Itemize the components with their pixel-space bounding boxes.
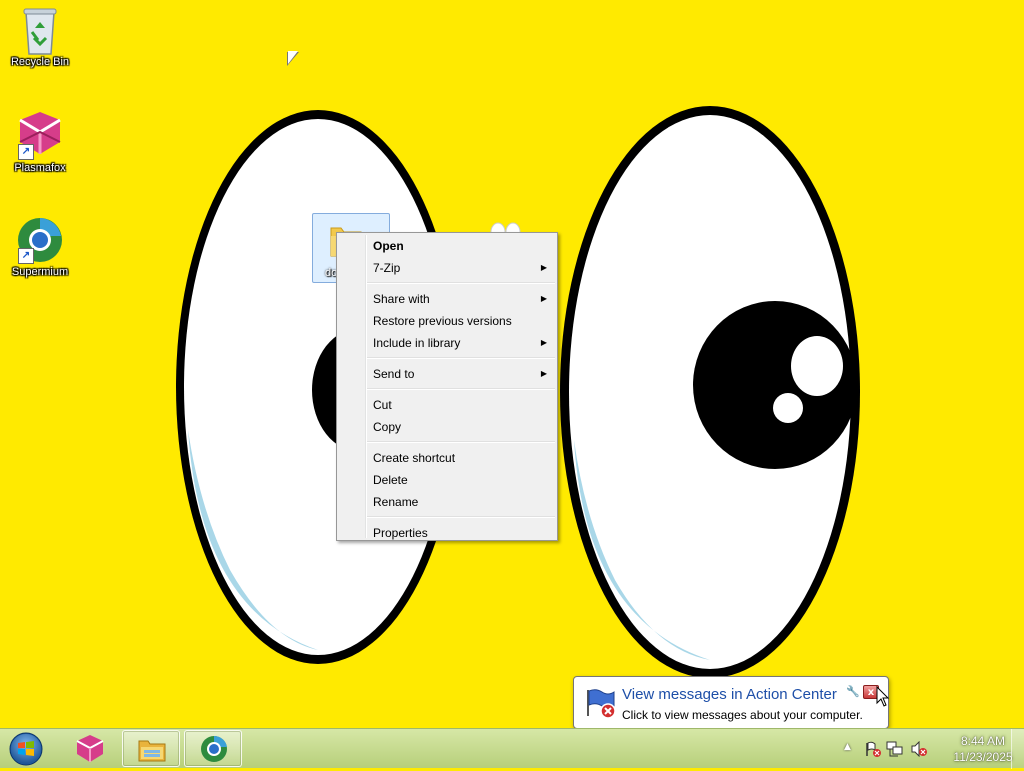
notification-text: Click to view messages about your comput… (622, 708, 863, 722)
submenu-arrow-icon: ▶ (540, 263, 547, 272)
menu-item-label: Copy (373, 420, 402, 434)
system-tray: ▲ 8:44 AM 11/23/2025 (834, 729, 1024, 769)
menu-item-label: Include in library (373, 336, 461, 350)
submenu-arrow-icon: ▶ (540, 369, 547, 378)
shortcut-arrow-icon: ↗ (18, 248, 34, 264)
balloon-tail-fill (288, 51, 298, 64)
context-menu: Open 7-Zip ▶ Share with ▶ Restore previous ve… (336, 232, 558, 541)
menu-item-rename[interactable]: Rename (339, 491, 555, 513)
menu-item-restore-previous-versions[interactable]: Restore previous versions (339, 310, 555, 332)
menu-item-create-shortcut[interactable]: Create shortcut (339, 447, 555, 469)
menu-item-label: Delete (373, 473, 408, 487)
menu-item-label: Open (373, 239, 404, 253)
submenu-arrow-icon: ▶ (540, 294, 547, 303)
menu-separator (367, 282, 555, 284)
taskbar-button-plasmafox[interactable] (60, 730, 118, 767)
menu-item-include-in-library[interactable]: Include in library ▶ (339, 332, 555, 354)
menu-separator (367, 388, 555, 390)
desktop-icon-recycle-bin[interactable]: Recycle Bin (0, 6, 80, 68)
menu-item-share-with[interactable]: Share with ▶ (339, 288, 555, 310)
menu-item-label: Create shortcut (373, 451, 456, 465)
clock-date: 11/23/2025 (953, 750, 1013, 764)
menu-item-label: Share with (373, 292, 430, 306)
wallpaper-right-eye (560, 106, 860, 678)
taskbar-clock[interactable]: 8:44 AM 11/23/2025 (952, 733, 1014, 765)
network-icon[interactable] (886, 741, 904, 757)
file-explorer-icon (138, 740, 166, 762)
plasmafox-icon (76, 735, 104, 762)
menu-item-label: Properties (373, 526, 428, 540)
show-hidden-icons-button[interactable]: ▲ (844, 742, 862, 758)
desktop-icon-supermium[interactable]: ↗ Supermium (0, 216, 80, 278)
menu-item-label: Restore previous versions (373, 314, 512, 328)
menu-item-label: Rename (373, 495, 419, 509)
menu-item-label: Cut (373, 398, 392, 412)
taskbar-button-supermium[interactable] (184, 730, 242, 767)
plasmafox-icon: ↗ (16, 112, 64, 160)
show-desktop-button[interactable] (1011, 729, 1024, 769)
menu-item-copy[interactable]: Copy (339, 416, 555, 438)
wrench-icon[interactable]: 🔧 (846, 685, 860, 698)
submenu-arrow-icon: ▶ (540, 338, 547, 347)
volume-muted-icon[interactable] (910, 741, 928, 757)
menu-item-send-to[interactable]: Send to ▶ (339, 363, 555, 385)
windows-start-orb-icon (9, 732, 43, 766)
menu-item-delete[interactable]: Delete (339, 469, 555, 491)
supermium-icon (201, 735, 227, 762)
supermium-icon: ↗ (16, 216, 64, 264)
clock-time: 8:44 AM (960, 734, 1006, 748)
menu-item-label: Send to (373, 367, 415, 381)
notification-title[interactable]: View messages in Action Center (622, 686, 837, 703)
menu-item-7-zip[interactable]: 7-Zip ▶ (339, 257, 555, 279)
desktop-icon-label: Plasmafox (14, 162, 66, 174)
action-center-flag-icon (587, 689, 616, 719)
menu-separator (367, 441, 555, 443)
start-button[interactable] (4, 731, 52, 767)
menu-item-cut[interactable]: Cut (339, 394, 555, 416)
mouse-cursor-icon (876, 686, 890, 707)
recycle-bin-icon (16, 6, 64, 55)
taskbar: ▲ 8:44 AM 11/23/2025 (0, 728, 1024, 769)
action-center-notification[interactable]: View messages in Action Center Click to … (573, 676, 889, 729)
menu-item-open[interactable]: Open (339, 235, 555, 257)
menu-separator (367, 357, 555, 359)
shortcut-arrow-icon: ↗ (18, 144, 34, 160)
menu-item-properties[interactable]: Properties (339, 522, 555, 544)
taskbar-button-file-explorer[interactable] (122, 730, 180, 767)
desktop-icon-plasmafox[interactable]: ↗ Plasmafox (0, 112, 80, 174)
desktop-icon-label: Supermium (11, 266, 69, 278)
action-center-flag-icon[interactable] (864, 741, 882, 757)
menu-separator (367, 516, 555, 518)
menu-item-label: 7-Zip (373, 261, 401, 275)
